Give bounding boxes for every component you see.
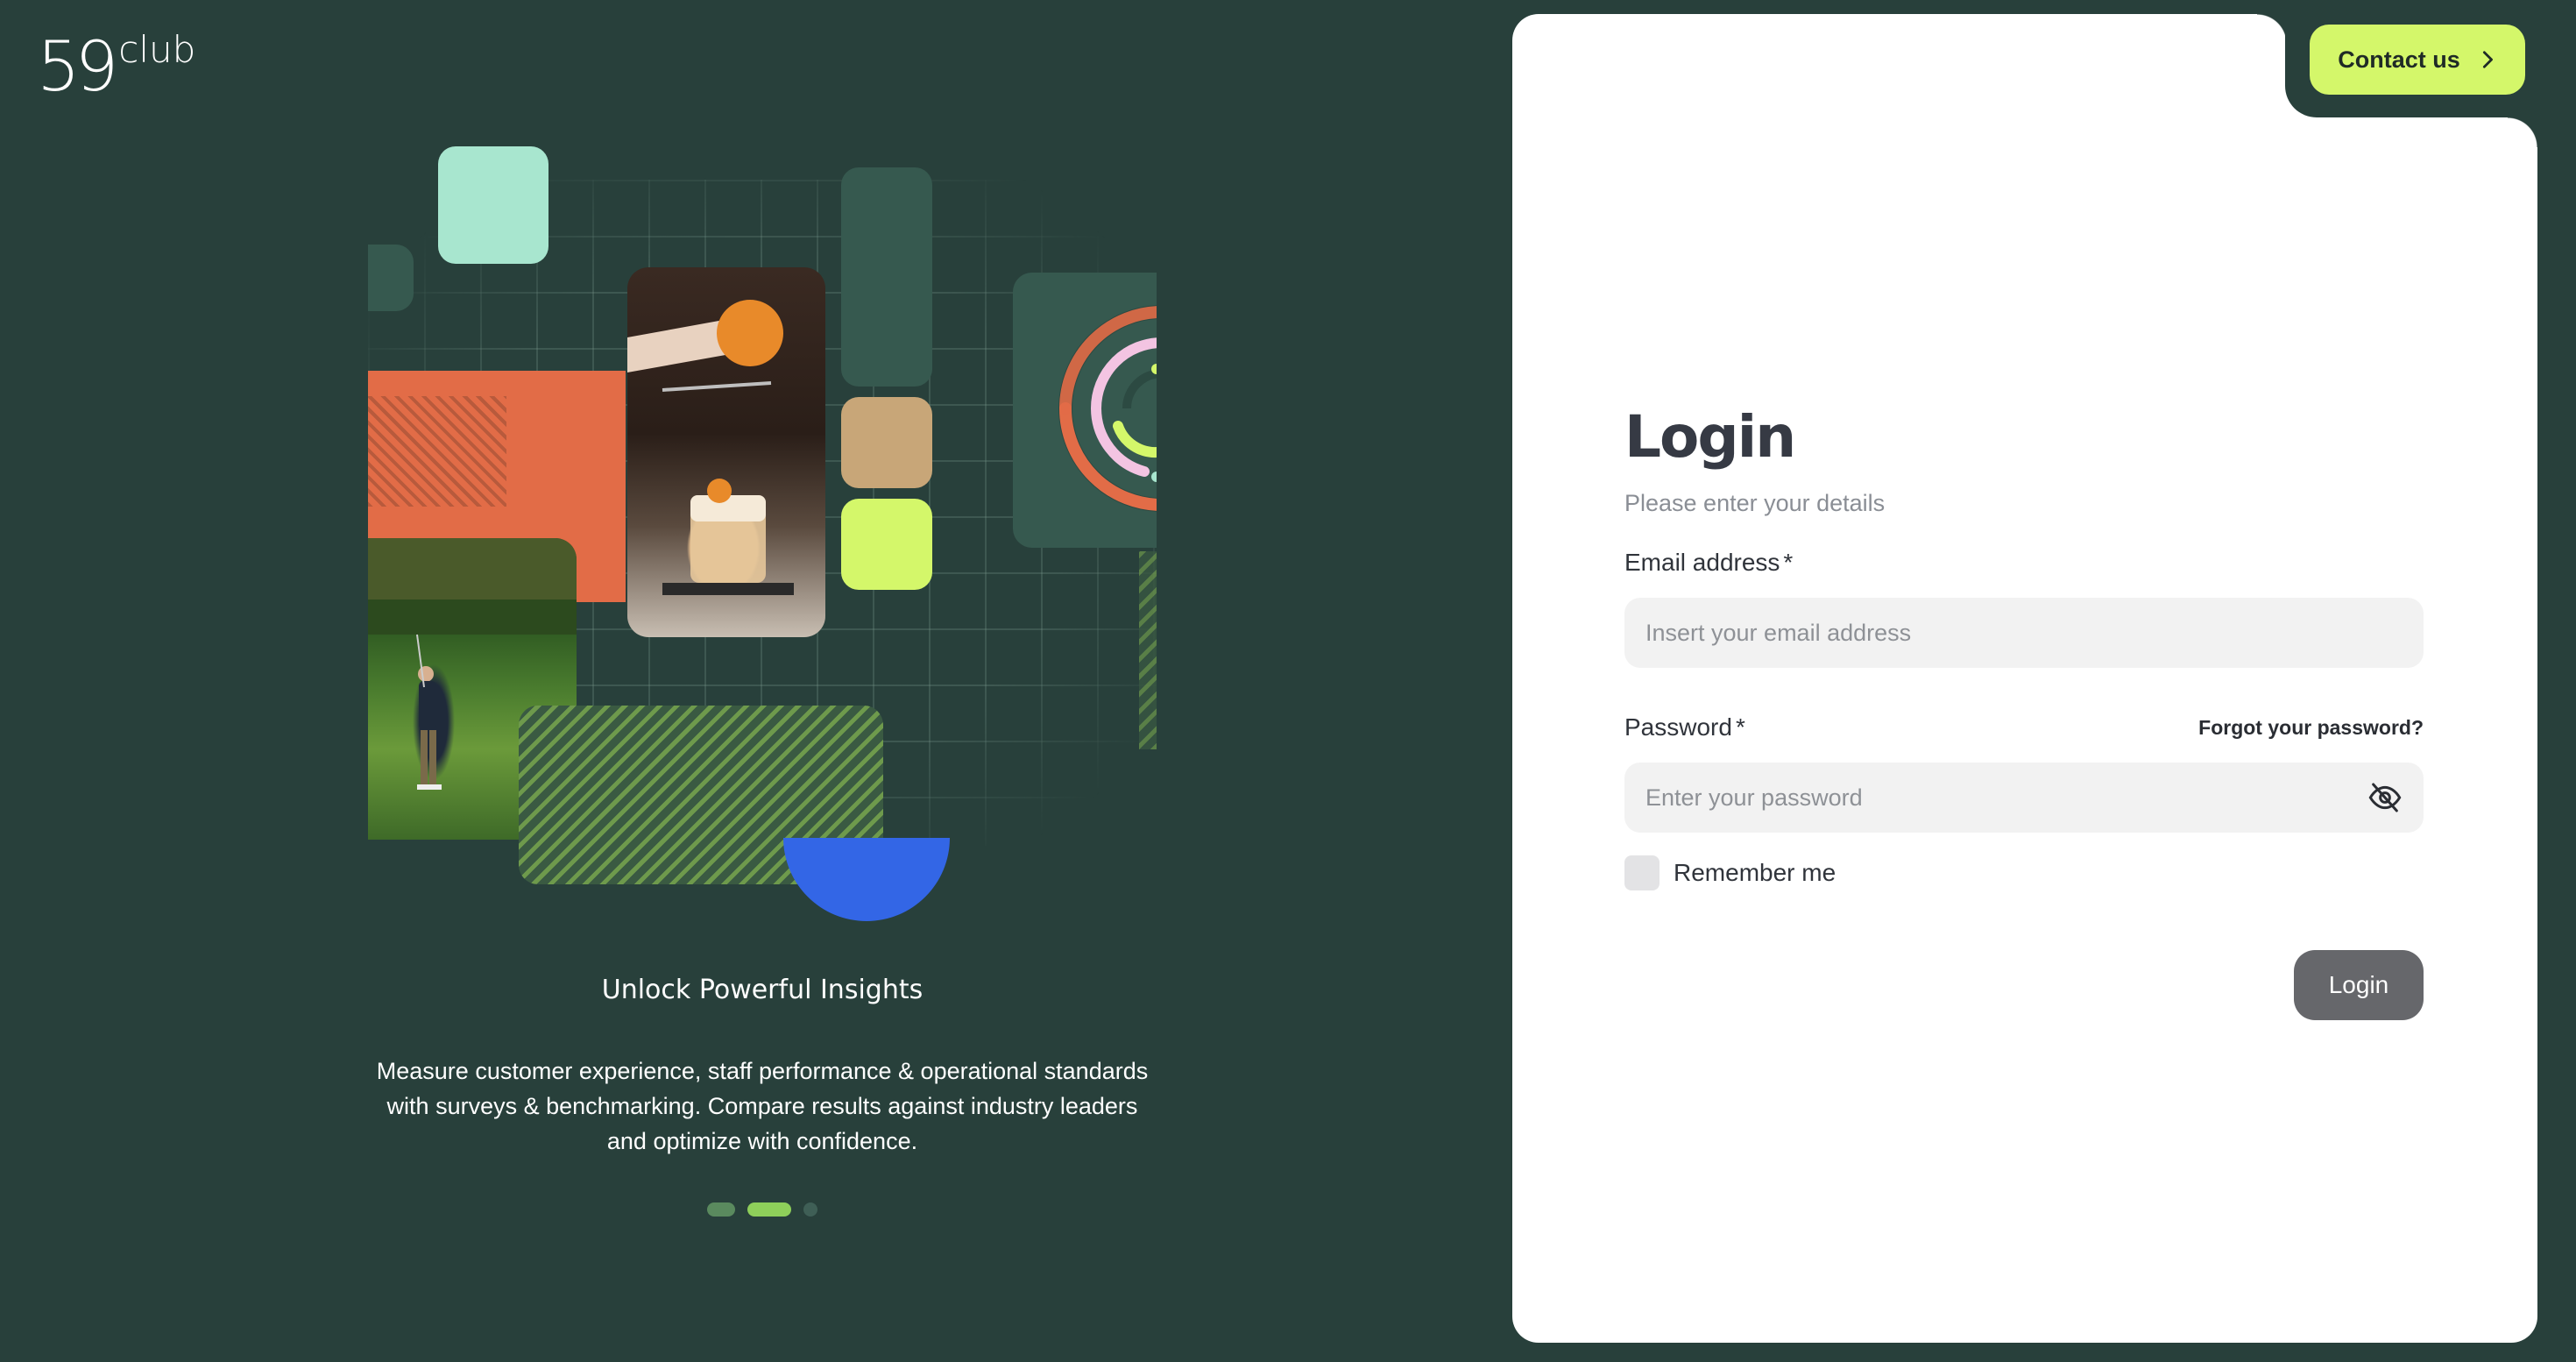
chevron-right-icon — [2482, 51, 2493, 68]
required-mark: * — [1735, 713, 1745, 741]
slide-description: Measure customer experience, staff perfo… — [376, 1058, 1149, 1154]
password-label: Password * — [1624, 713, 1745, 741]
password-input[interactable] — [1624, 763, 2424, 833]
password-label-row: Password * Forgot your password? — [1624, 713, 2424, 741]
carousel-dots — [0, 1202, 1525, 1217]
remember-me-row[interactable]: Remember me — [1624, 855, 2424, 890]
cocktail-figure — [627, 300, 794, 595]
brand-logo[interactable]: 59 club — [37, 28, 196, 107]
cocktail-photo — [627, 267, 825, 637]
notch-corner — [2257, 14, 2287, 44]
login-title: Login — [1624, 403, 1796, 471]
ring-chart-graphic — [1058, 305, 1157, 512]
dark-green-tile — [368, 245, 414, 311]
logo-number: 59 — [37, 28, 118, 107]
ring-chart-card — [1013, 273, 1157, 548]
carousel-dot-3[interactable] — [803, 1202, 817, 1217]
tan-tile — [841, 397, 932, 488]
carousel-dot-2-active[interactable] — [747, 1202, 791, 1217]
eye-off-icon[interactable] — [2367, 780, 2403, 815]
blue-half-circle — [783, 838, 950, 921]
password-field-wrap — [1624, 763, 2424, 833]
contact-us-label: Contact us — [2338, 46, 2460, 73]
logo-word: club — [118, 28, 196, 71]
remember-me-label: Remember me — [1674, 859, 1836, 886]
forgot-password-link[interactable]: Forgot your password? — [2198, 716, 2424, 740]
contact-us-button[interactable]: Contact us — [2310, 25, 2525, 95]
login-subtitle: Please enter your details — [1624, 490, 1886, 516]
password-label-text: Password — [1624, 713, 1732, 741]
lime-tile — [841, 499, 932, 590]
email-input[interactable] — [1624, 598, 2424, 668]
notch-corner-bottom — [2508, 117, 2537, 147]
hero-illustration — [368, 140, 1157, 929]
required-mark: * — [1783, 549, 1794, 576]
login-button[interactable]: Login — [2294, 950, 2424, 1020]
remember-me-checkbox[interactable] — [1624, 855, 1660, 890]
email-label: Email address * — [1624, 549, 2424, 577]
email-label-text: Email address — [1624, 549, 1780, 576]
hatched-orange-block — [368, 396, 506, 507]
carousel-dot-1[interactable] — [707, 1202, 735, 1217]
hatched-sliver — [1139, 551, 1157, 749]
login-form: Login Please enter your details Email ad… — [1624, 403, 2424, 1020]
slide-title: Unlock Powerful Insights — [601, 975, 924, 1005]
tall-dark-tile — [841, 167, 932, 387]
mint-tile — [438, 146, 548, 264]
